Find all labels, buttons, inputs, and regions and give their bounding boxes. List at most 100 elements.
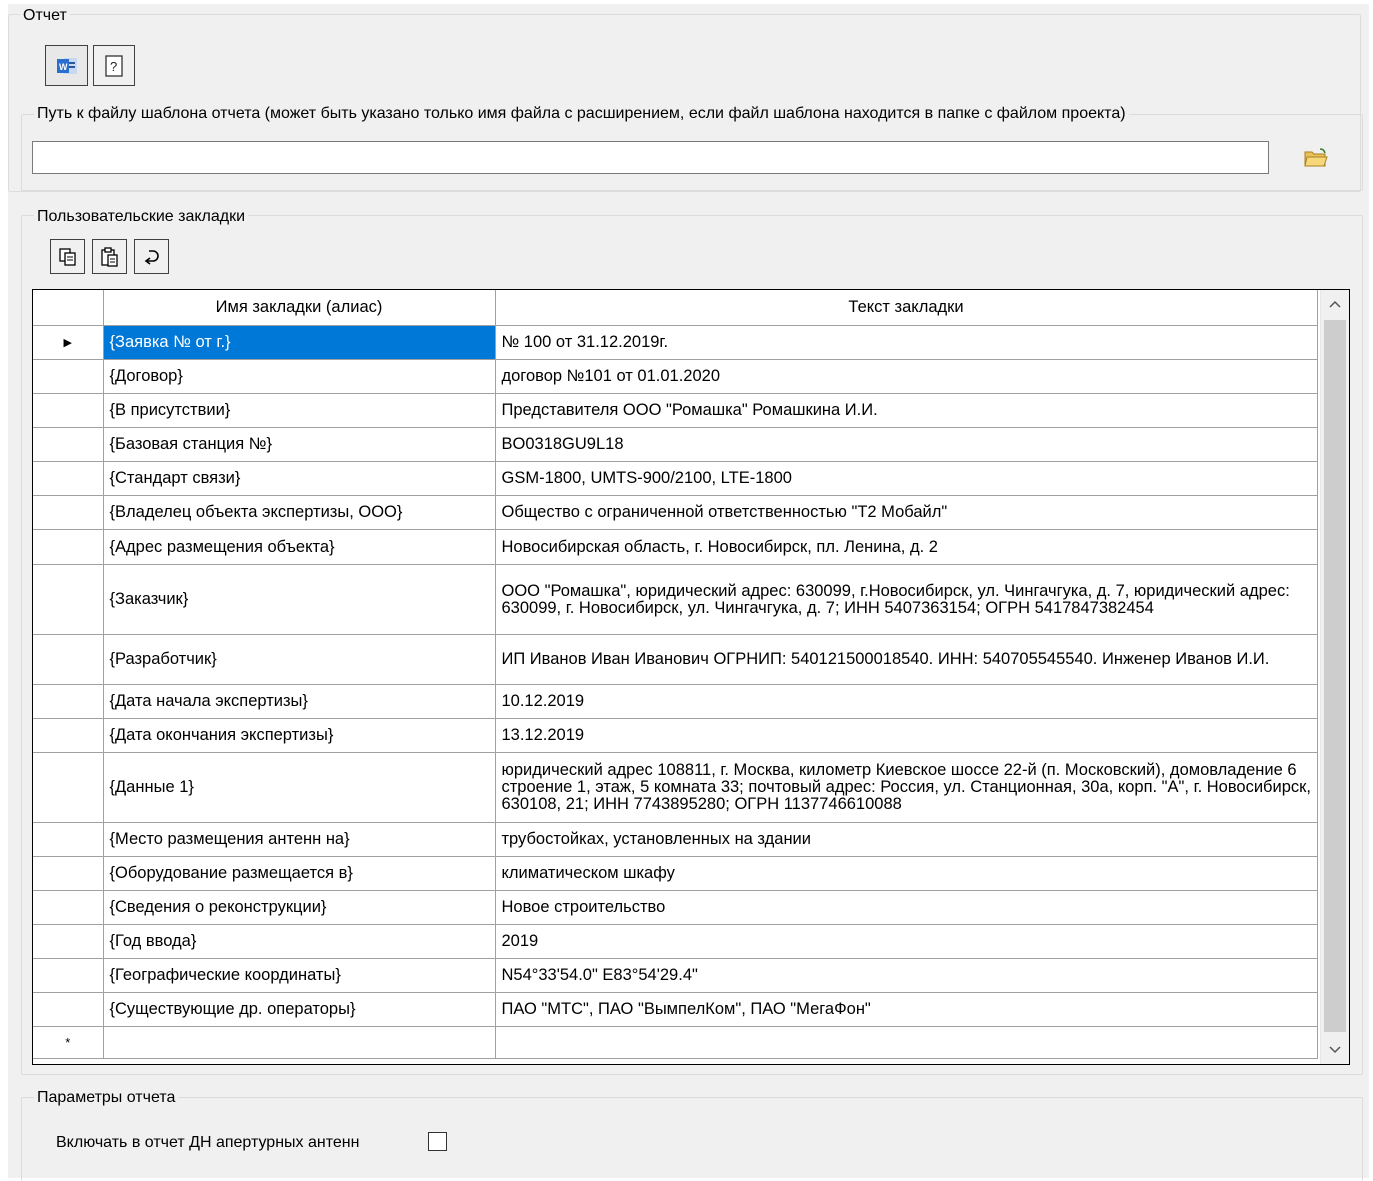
row-header[interactable]: [33, 822, 104, 857]
text-cell[interactable]: ИП Иванов Иван Иванович ОГРНИП: 54012150…: [494, 634, 1318, 685]
template-path-label: Путь к файлу шаблона отчета (может быть …: [34, 105, 1129, 123]
row-header[interactable]: *: [33, 1026, 104, 1059]
table-row[interactable]: {Договор} договор №101 от 01.01.2020: [33, 359, 1318, 394]
table-row[interactable]: {Сведения о реконструкции} Новое строител…: [33, 890, 1318, 925]
text-cell[interactable]: договор №101 от 01.01.2020: [494, 359, 1318, 394]
alias-cell[interactable]: {Заявка № от г.}: [102, 325, 496, 360]
text-cell[interactable]: GSM-1800, UMTS-900/2100, LTE-1800: [494, 461, 1318, 496]
bookmarks-grid[interactable]: Имя закладки (алиас) Текст закладки ▶ {За…: [32, 289, 1350, 1065]
alias-cell[interactable]: {Адрес размещения объекта}: [102, 529, 496, 565]
alias-cell[interactable]: {Сведения о реконструкции}: [102, 890, 496, 925]
alias-cell[interactable]: {Разработчик}: [102, 634, 496, 685]
column-header-text[interactable]: Текст закладки: [494, 290, 1318, 326]
table-row[interactable]: {Существующие др. операторы} ПАО "МТС", П…: [33, 992, 1318, 1027]
table-row[interactable]: {Заказчик} ООО "Ромашка", юридический адр…: [33, 564, 1318, 635]
text-cell[interactable]: Новое строительство: [494, 890, 1318, 925]
row-header[interactable]: ▶: [33, 325, 104, 360]
alias-cell[interactable]: {Договор}: [102, 359, 496, 394]
undo-icon: [144, 249, 159, 265]
row-header[interactable]: [33, 958, 104, 993]
table-row[interactable]: {Географические координаты} N54°33'54.0" …: [33, 958, 1318, 993]
table-row[interactable]: {Место размещения антенн на} трубостойках…: [33, 822, 1318, 857]
table-row[interactable]: {Стандарт связи} GSM-1800, UMTS-900/2100,…: [33, 461, 1318, 496]
row-header[interactable]: [33, 684, 104, 719]
copy-button[interactable]: [50, 239, 85, 274]
alias-cell[interactable]: [102, 1026, 496, 1059]
text-cell[interactable]: ООО "Ромашка", юридический адрес: 630099…: [494, 564, 1318, 635]
table-row[interactable]: {Владелец объекта экспертизы, ООО} Общест…: [33, 495, 1318, 530]
alias-cell[interactable]: {Базовая станция №}: [102, 427, 496, 462]
table-row[interactable]: {Оборудование размещается в} климатическо…: [33, 856, 1318, 891]
row-header[interactable]: [33, 427, 104, 462]
alias-cell[interactable]: {Заказчик}: [102, 564, 496, 635]
row-header[interactable]: [33, 718, 104, 753]
bookmarks-table: Имя закладки (алиас) Текст закладки ▶ {За…: [33, 290, 1318, 1059]
alias-cell[interactable]: {Географические координаты}: [102, 958, 496, 993]
alias-cell[interactable]: {Стандарт связи}: [102, 461, 496, 496]
table-row[interactable]: {Адрес размещения объекта} Новосибирская …: [33, 529, 1318, 565]
table-row[interactable]: {Дата начала экспертизы} 10.12.2019: [33, 684, 1318, 719]
scroll-thumb[interactable]: [1324, 320, 1346, 1032]
alias-cell[interactable]: {Владелец объекта экспертизы, ООО}: [102, 495, 496, 530]
export-word-button[interactable]: W: [45, 45, 88, 86]
svg-text:?: ?: [110, 59, 117, 74]
svg-text:W: W: [59, 62, 68, 72]
new-row[interactable]: *: [33, 1026, 1318, 1059]
text-cell[interactable]: ПАО "МТС", ПАО "ВымпелКом", ПАО "МегаФон…: [494, 992, 1318, 1027]
text-cell[interactable]: [494, 1026, 1318, 1059]
alias-cell[interactable]: {Дата начала экспертизы}: [102, 684, 496, 719]
row-header[interactable]: [33, 992, 104, 1027]
text-cell[interactable]: 2019: [494, 924, 1318, 959]
chevron-down-icon: [1329, 1046, 1341, 1054]
table-row[interactable]: {Данные 1} юридический адрес 108811, г. М…: [33, 752, 1318, 823]
table-row[interactable]: {Дата окончания экспертизы} 13.12.2019: [33, 718, 1318, 753]
text-cell[interactable]: № 100 от 31.12.2019г.: [494, 325, 1318, 360]
alias-cell[interactable]: {Год ввода}: [102, 924, 496, 959]
table-row[interactable]: ▶ {Заявка № от г.} № 100 от 31.12.2019г.: [33, 325, 1318, 360]
text-cell[interactable]: юридический адрес 108811, г. Москва, кил…: [494, 752, 1318, 823]
reset-button[interactable]: [134, 239, 169, 274]
scroll-up-button[interactable]: [1321, 290, 1349, 318]
browse-template-button[interactable]: [1298, 141, 1334, 174]
alias-cell[interactable]: {В присутствии}: [102, 393, 496, 428]
alias-cell[interactable]: {Оборудование размещается в}: [102, 856, 496, 891]
row-header[interactable]: [33, 856, 104, 891]
text-cell[interactable]: BO0318GU9L18: [494, 427, 1318, 462]
alias-cell[interactable]: {Дата окончания экспертизы}: [102, 718, 496, 753]
row-header[interactable]: [33, 529, 104, 565]
include-apertures-checkbox[interactable]: [428, 1132, 447, 1151]
row-header[interactable]: [33, 495, 104, 530]
row-header[interactable]: [33, 890, 104, 925]
alias-cell[interactable]: {Место размещения антенн на}: [102, 822, 496, 857]
text-cell[interactable]: 10.12.2019: [494, 684, 1318, 719]
table-row[interactable]: {Год ввода} 2019: [33, 924, 1318, 959]
table-row[interactable]: {Базовая станция №} BO0318GU9L18: [33, 427, 1318, 462]
row-header[interactable]: [33, 564, 104, 635]
row-header[interactable]: [33, 634, 104, 685]
template-path-input[interactable]: [32, 141, 1269, 174]
alias-cell[interactable]: {Данные 1}: [102, 752, 496, 823]
text-cell[interactable]: трубостойках, установленных на здании: [494, 822, 1318, 857]
paste-button[interactable]: [92, 239, 127, 274]
row-header[interactable]: [33, 461, 104, 496]
text-cell[interactable]: Представителя ООО "Ромашка" Ромашкина И.…: [494, 393, 1318, 428]
include-apertures-label: Включать в отчет ДН апертурных антенн: [53, 1134, 363, 1152]
help-button[interactable]: ?: [93, 45, 135, 86]
text-cell[interactable]: Общество с ограниченной ответственностью…: [494, 495, 1318, 530]
grid-vertical-scrollbar[interactable]: [1320, 290, 1349, 1064]
text-cell[interactable]: N54°33'54.0" E83°54'29.4": [494, 958, 1318, 993]
table-row[interactable]: {Разработчик} ИП Иванов Иван Иванович ОГР…: [33, 634, 1318, 685]
text-cell[interactable]: 13.12.2019: [494, 718, 1318, 753]
text-cell[interactable]: Новосибирская область, г. Новосибирск, п…: [494, 529, 1318, 565]
row-header[interactable]: [33, 924, 104, 959]
table-row[interactable]: {В присутствии} Представителя ООО "Ромашк…: [33, 393, 1318, 428]
row-header[interactable]: [33, 752, 104, 823]
column-header-alias[interactable]: Имя закладки (алиас): [102, 290, 496, 326]
alias-cell[interactable]: {Существующие др. операторы}: [102, 992, 496, 1027]
current-row-icon: ▶: [63, 337, 72, 349]
text-cell[interactable]: климатическом шкафу: [494, 856, 1318, 891]
word-icon: W: [56, 57, 77, 74]
row-header[interactable]: [33, 393, 104, 428]
row-header[interactable]: [33, 359, 104, 394]
scroll-down-button[interactable]: [1321, 1036, 1349, 1064]
